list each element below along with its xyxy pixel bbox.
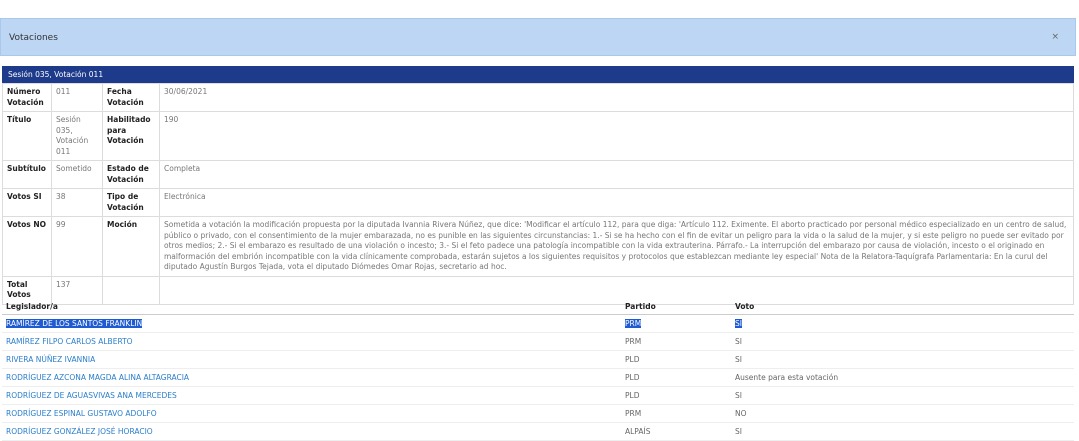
votes-header-row: Legislador/a Partido Voto bbox=[2, 298, 1074, 315]
legislator-link[interactable]: RODRÍGUEZ DE AGUASVIVAS ANA MERCEDES bbox=[2, 386, 621, 405]
party-cell: PRM bbox=[621, 314, 731, 333]
legislator-link[interactable]: RIVERA NÚÑEZ IVANNIA bbox=[2, 350, 621, 369]
vote-cell: Ausente para esta votación bbox=[731, 368, 1074, 387]
table-row[interactable]: RAMÍREZ DE LOS SANTOS FRANKLIN PRM SI bbox=[2, 314, 1074, 333]
votos-no-label: Votos NO bbox=[2, 216, 52, 277]
table-row[interactable]: RODRÍGUEZ ESPINAL GUSTAVO ADOLFO PRM NO bbox=[2, 404, 1074, 423]
party-cell: PLD bbox=[621, 368, 731, 387]
vote-cell: SI bbox=[731, 332, 1074, 351]
session-header: Sesión 035, Votación 011 bbox=[2, 66, 1074, 83]
vote-cell: NO bbox=[731, 404, 1074, 423]
estado-label: Estado de Votación bbox=[102, 160, 160, 189]
numero-label: Número Votación bbox=[2, 83, 52, 112]
voting-details-table: Número Votación 011 Fecha Votación 30/06… bbox=[2, 83, 1074, 305]
party-cell: PRM bbox=[621, 404, 731, 423]
fecha-value: 30/06/2021 bbox=[159, 83, 1074, 112]
modal-header: Votaciones × bbox=[0, 18, 1076, 56]
titulo-value: Sesión 035, Votación 011 bbox=[51, 111, 103, 161]
estado-value: Completa bbox=[159, 160, 1074, 189]
table-row[interactable]: RODRÍGUEZ AZCONA MAGDA ALINA ALTAGRACIA … bbox=[2, 368, 1074, 387]
legislator-name[interactable]: RAMÍREZ DE LOS SANTOS FRANKLIN bbox=[6, 319, 143, 328]
titulo-label: Título bbox=[2, 111, 52, 161]
mocion-value: Sometida a votación la modificación prop… bbox=[159, 216, 1074, 277]
party-cell: ALPAÍS bbox=[621, 422, 731, 441]
table-row[interactable]: RAMÍREZ FILPO CARLOS ALBERTO PRM SI bbox=[2, 332, 1074, 351]
habilitado-value: 190 bbox=[159, 111, 1074, 161]
legislator-link[interactable]: RODRÍGUEZ GONZÁLEZ JOSÉ HORACIO bbox=[2, 422, 621, 441]
votos-si-label: Votos SI bbox=[2, 188, 52, 217]
legislator-link[interactable]: RODRÍGUEZ AZCONA MAGDA ALINA ALTAGRACIA bbox=[2, 368, 621, 387]
header-legislator: Legislador/a bbox=[2, 298, 621, 315]
party-cell: PLD bbox=[621, 386, 731, 405]
close-icon[interactable]: × bbox=[1051, 32, 1059, 42]
vote-cell: SI bbox=[731, 314, 1074, 333]
votos-no-value: 99 bbox=[51, 216, 103, 277]
habilitado-label: Habilitado para Votación bbox=[102, 111, 160, 161]
votos-si-value: 38 bbox=[51, 188, 103, 217]
party-value: PRM bbox=[625, 319, 642, 328]
legislator-link[interactable]: RODRÍGUEZ ESPINAL GUSTAVO ADOLFO bbox=[2, 404, 621, 423]
table-row[interactable]: RODRÍGUEZ GONZÁLEZ JOSÉ HORACIO ALPAÍS S… bbox=[2, 422, 1074, 441]
vote-cell: SI bbox=[731, 422, 1074, 441]
table-row[interactable]: RIVERA NÚÑEZ IVANNIA PLD SI bbox=[2, 350, 1074, 369]
header-vote: Voto bbox=[731, 298, 1074, 315]
subtitulo-label: Subtítulo bbox=[2, 160, 52, 189]
party-cell: PRM bbox=[621, 332, 731, 351]
fecha-label: Fecha Votación bbox=[102, 83, 160, 112]
tipo-label: Tipo de Votación bbox=[102, 188, 160, 217]
tipo-value: Electrónica bbox=[159, 188, 1074, 217]
party-cell: PLD bbox=[621, 350, 731, 369]
votes-table: Legislador/a Partido Voto RAMÍREZ DE LOS… bbox=[2, 298, 1074, 441]
mocion-label: Moción bbox=[102, 216, 160, 277]
table-row[interactable]: RODRÍGUEZ DE AGUASVIVAS ANA MERCEDES PLD… bbox=[2, 386, 1074, 405]
subtitulo-value: Sometido bbox=[51, 160, 103, 189]
numero-value: 011 bbox=[51, 83, 103, 112]
vote-cell: SI bbox=[731, 386, 1074, 405]
vote-cell: SI bbox=[731, 350, 1074, 369]
legislator-link[interactable]: RAMÍREZ FILPO CARLOS ALBERTO bbox=[2, 332, 621, 351]
vote-value: SI bbox=[735, 319, 742, 328]
header-party: Partido bbox=[621, 298, 731, 315]
legislator-link[interactable]: RAMÍREZ DE LOS SANTOS FRANKLIN bbox=[2, 314, 621, 333]
modal-title: Votaciones bbox=[9, 33, 58, 43]
